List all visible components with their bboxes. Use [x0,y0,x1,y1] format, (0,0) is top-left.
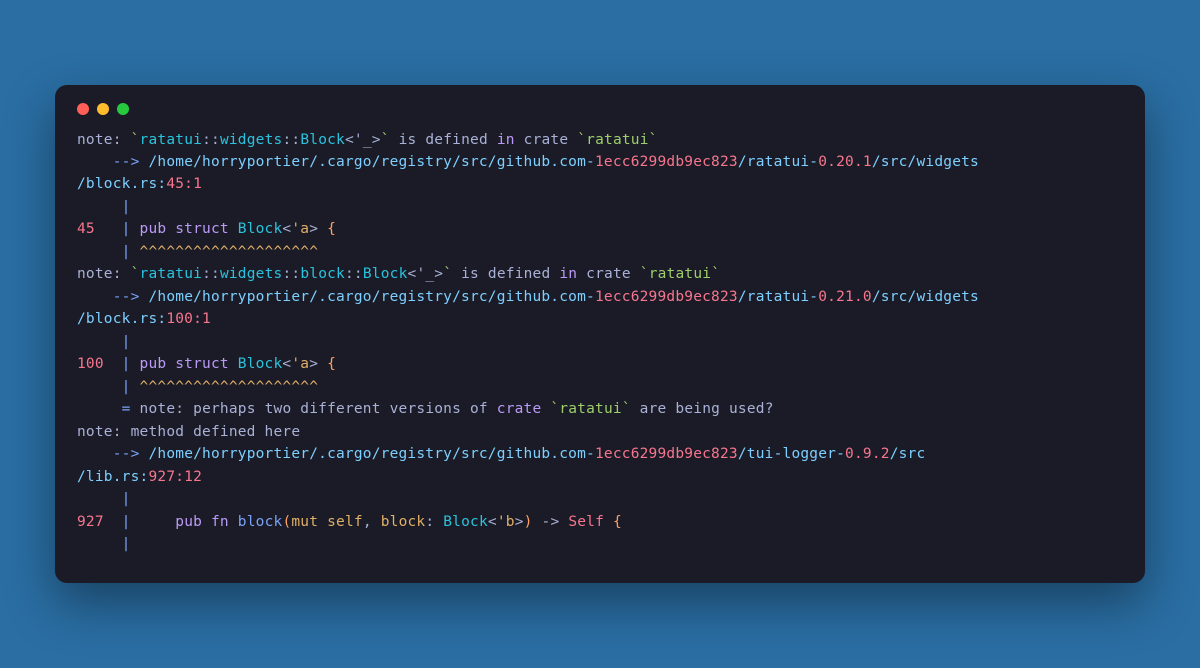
line: | ^^^^^^^^^^^^^^^^^^^^ [77,376,1123,398]
line: | [77,196,1123,218]
line: | [77,331,1123,353]
note-label: note [77,424,113,440]
line: | [77,488,1123,510]
line: | [77,533,1123,555]
line-number: 45 [77,221,95,237]
line: note: `ratatui::widgets::block::Block<'_… [77,263,1123,285]
line: /block.rs:100:1 [77,308,1123,330]
line: | ^^^^^^^^^^^^^^^^^^^^ [77,241,1123,263]
note-label: note [77,266,113,282]
line: 100 | pub struct Block<'a> { [77,353,1123,375]
line: --> /home/horryportier/.cargo/registry/s… [77,286,1123,308]
line: 927 | pub fn block(mut self, block: Bloc… [77,511,1123,533]
line: = note: perhaps two different versions o… [77,398,1123,420]
minimize-icon[interactable] [97,103,109,115]
close-icon[interactable] [77,103,89,115]
terminal-output: note: `ratatui::widgets::Block<'_>` is d… [77,129,1123,556]
line: --> /home/horryportier/.cargo/registry/s… [77,151,1123,173]
window-titlebar [77,103,1123,115]
zoom-icon[interactable] [117,103,129,115]
line: note: `ratatui::widgets::Block<'_>` is d… [77,129,1123,151]
line-number: 100 [77,356,104,372]
line: /block.rs:45:1 [77,173,1123,195]
terminal-window: note: `ratatui::widgets::Block<'_>` is d… [55,85,1145,584]
line: --> /home/horryportier/.cargo/registry/s… [77,443,1123,465]
line: 45 | pub struct Block<'a> { [77,218,1123,240]
line: note: method defined here [77,421,1123,443]
line: /lib.rs:927:12 [77,466,1123,488]
line-number: 927 [77,514,104,530]
note-label: note [77,132,113,148]
